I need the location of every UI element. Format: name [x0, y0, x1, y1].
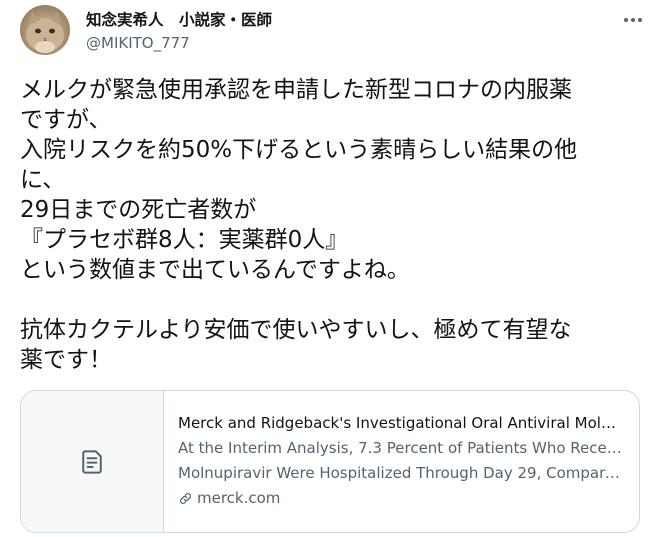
tweet-text-line: 薬です！: [20, 347, 112, 373]
tweet-text-line: [20, 285, 640, 315]
link-card-description-line: At the Interim Analysis, 7.3 Percent of …: [178, 439, 625, 457]
tweet-text-line: 29日までの死亡者数が: [20, 197, 257, 223]
more-options-button[interactable]: [618, 8, 648, 32]
author-handle[interactable]: @MIKITO_777: [86, 34, 190, 52]
author-display-name[interactable]: 知念実希人 小説家・医師: [86, 8, 272, 30]
article-icon: [82, 449, 102, 474]
link-icon: [180, 493, 191, 504]
link-card-domain-text: merck.com: [197, 489, 281, 507]
tweet-text-line: 抗体カクテルより安価で使いやすいし、極めて有望な: [20, 317, 572, 343]
tweet: 知念実希人 小説家・医師 @MIKITO_777 メルクが緊急使用承認を申請した…: [0, 0, 655, 537]
link-card-title: Merck and Ridgeback's Investigational Or…: [178, 414, 625, 432]
cat-avatar-icon: [26, 11, 64, 53]
link-preview-card[interactable]: Merck and Ridgeback's Investigational Or…: [20, 390, 640, 533]
tweet-text-line: 『プラセボ群8人：実薬群0人』: [20, 227, 349, 253]
link-card-body: Merck and Ridgeback's Investigational Or…: [178, 411, 625, 511]
avatar[interactable]: [20, 5, 70, 55]
link-card-thumbnail: [21, 391, 164, 532]
tweet-text-line: 入院リスクを約50%下げるという素晴らしい結果の他: [20, 137, 578, 163]
more-horizontal-icon: [623, 18, 644, 22]
tweet-text-line: に、: [20, 167, 66, 193]
link-card-description: At the Interim Analysis, 7.3 Percent of …: [178, 436, 625, 486]
tweet-text: メルクが緊急使用承認を申請した新型コロナの内服薬 ですが、 入院リスクを約50%…: [20, 75, 640, 375]
link-card-description-line: Molnupiravir Were Hospitalized Through D…: [178, 464, 625, 482]
tweet-text-line: という数値まで出ているんですよね。: [20, 257, 410, 283]
link-card-domain: merck.com: [178, 486, 625, 511]
tweet-text-line: メルクが緊急使用承認を申請した新型コロナの内服薬: [20, 77, 572, 103]
tweet-text-line: ですが、: [20, 107, 112, 133]
